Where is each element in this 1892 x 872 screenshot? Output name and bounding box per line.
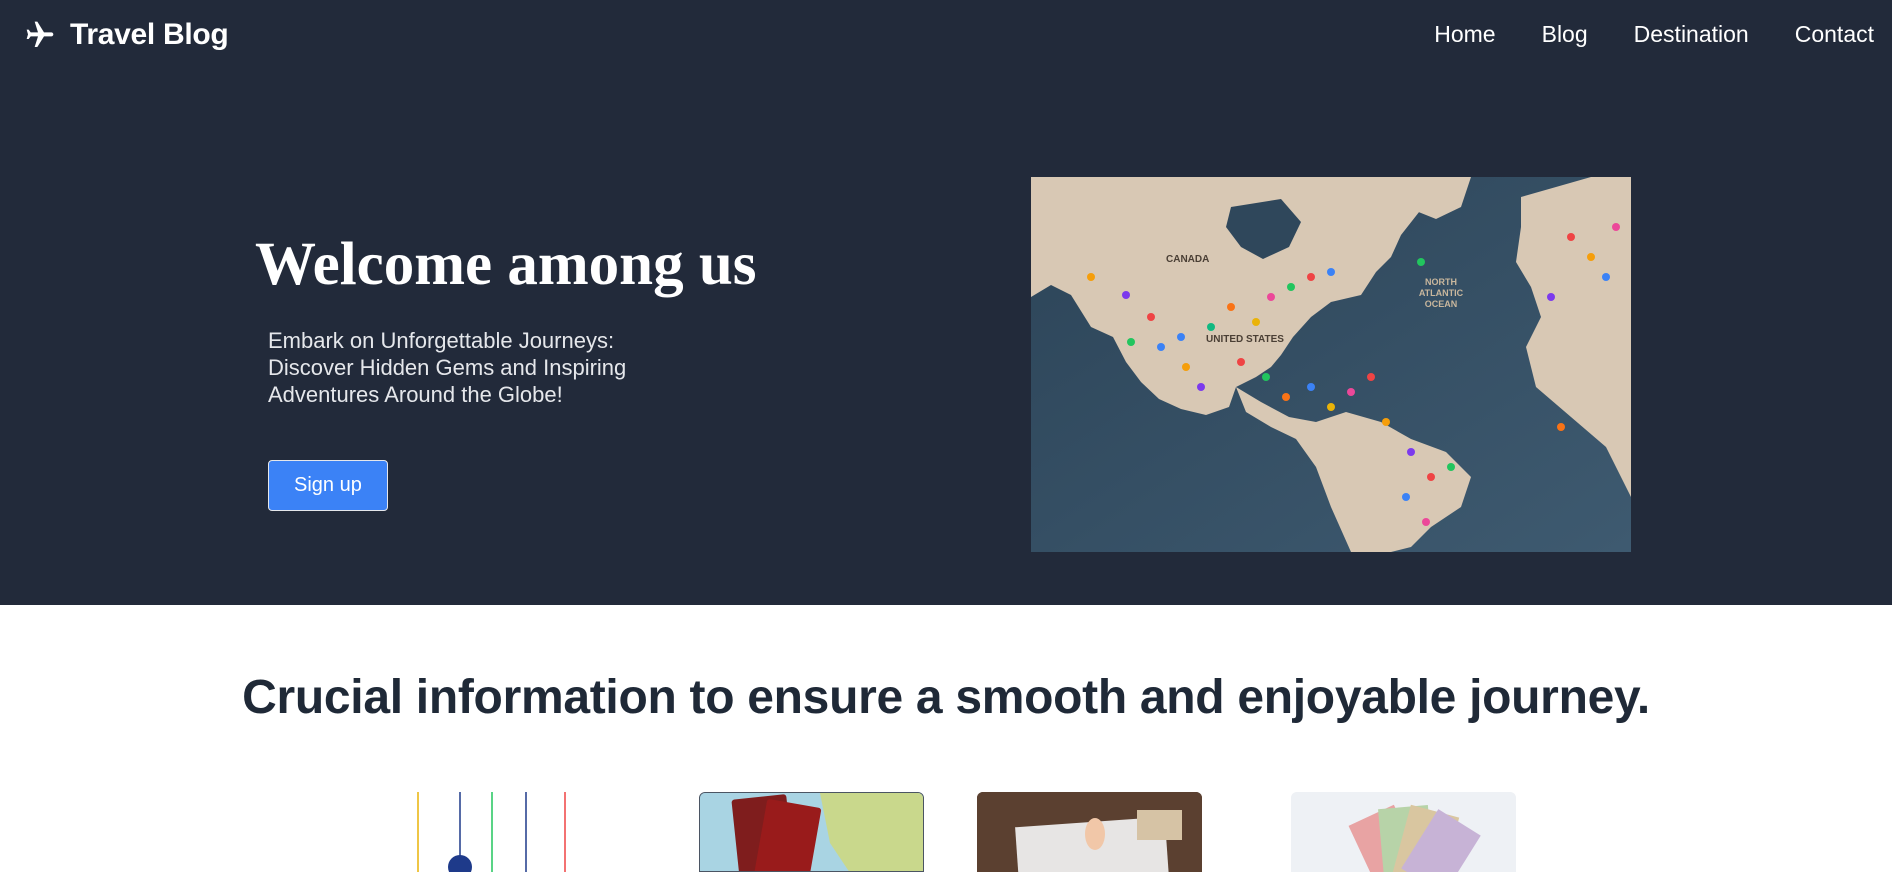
banknotes-illustration [1291, 792, 1516, 872]
sign-up-button[interactable]: Sign up [268, 460, 388, 512]
map-label-ocean-1: NORTH [1425, 277, 1457, 287]
nav-links: Home Blog Destination Contact [1388, 21, 1874, 48]
nav-destination[interactable]: Destination [1634, 21, 1749, 48]
map-label-canada: CANADA [1166, 254, 1209, 265]
navbar: Travel Blog Home Blog Destination Contac… [0, 0, 1892, 72]
brand-title: Travel Blog [70, 18, 229, 51]
world-map-image: CANADA UNITED STATES NORTH ATLANTIC OCEA… [1031, 177, 1631, 552]
info-cards [0, 792, 1892, 872]
map-label-united-states: UNITED STATES [1206, 334, 1284, 345]
airplane-icon [26, 21, 54, 47]
world-map-illustration: CANADA UNITED STATES NORTH ATLANTIC OCEA… [1031, 177, 1631, 552]
section-title: Crucial information to ensure a smooth a… [242, 671, 1650, 724]
hero-title: Welcome among us [255, 231, 757, 298]
card-image-money[interactable] [1291, 792, 1516, 872]
brand-logo[interactable]: Travel Blog [24, 18, 229, 52]
card-image-pins[interactable] [410, 792, 580, 872]
map-label-ocean-2: ATLANTIC [1419, 288, 1464, 298]
passport-map-illustration [700, 793, 923, 871]
card-image-planning[interactable] [977, 792, 1202, 872]
map-label-ocean-3: OCEAN [1425, 299, 1458, 309]
map-planning-illustration [977, 792, 1202, 872]
hero-text-block: Welcome among us Embark on Unforgettable… [255, 228, 815, 512]
hanging-tags-illustration [417, 792, 566, 872]
card-image-passport[interactable] [699, 792, 924, 872]
nav-blog[interactable]: Blog [1542, 21, 1588, 48]
hero-section: Travel Blog Home Blog Destination Contac… [0, 0, 1892, 605]
nav-contact[interactable]: Contact [1795, 21, 1874, 48]
hero-subtitle: Embark on Unforgettable Journeys: Discov… [268, 328, 627, 408]
nav-home[interactable]: Home [1434, 21, 1495, 48]
